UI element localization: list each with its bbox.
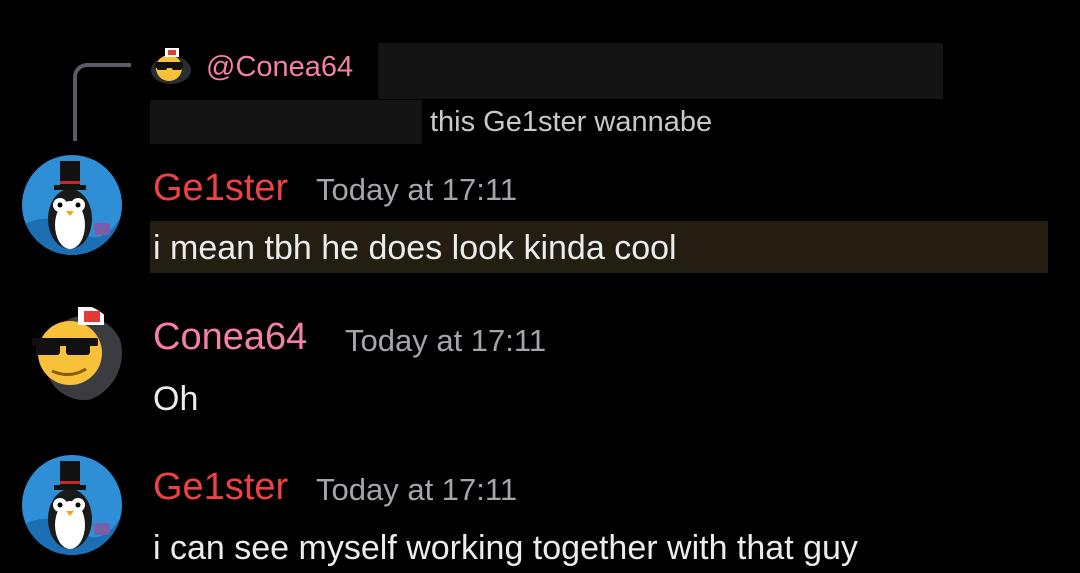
reply-author-mention[interactable]: @Conea64 [206, 49, 353, 85]
chat-view: @Conea64 this Ge1ster wannabe Ge1ster To… [0, 0, 1080, 573]
reply-avatar-sunglasses-icon[interactable] [150, 47, 194, 85]
reply-preview-text[interactable]: this Ge1ster wannabe [430, 104, 712, 140]
message-author[interactable]: Ge1ster [153, 165, 288, 211]
message-content: Oh [153, 380, 199, 418]
redacted-block [150, 100, 422, 144]
message-timestamp[interactable]: Today at 17:11 [316, 170, 517, 210]
reply-connector-line [73, 63, 131, 141]
message-content: i mean tbh he does look kinda cool [153, 229, 677, 267]
message-content: i can see myself working together with t… [153, 529, 858, 567]
message-timestamp[interactable]: Today at 17:11 [345, 321, 546, 361]
redacted-block [378, 43, 943, 99]
avatar-penguin-icon[interactable] [22, 155, 122, 255]
message-author[interactable]: Ge1ster [153, 464, 288, 510]
avatar-sunglasses-icon[interactable] [22, 303, 122, 403]
message-timestamp[interactable]: Today at 17:11 [316, 470, 517, 510]
avatar-penguin-icon[interactable] [22, 455, 122, 555]
message-author[interactable]: Conea64 [153, 314, 307, 360]
